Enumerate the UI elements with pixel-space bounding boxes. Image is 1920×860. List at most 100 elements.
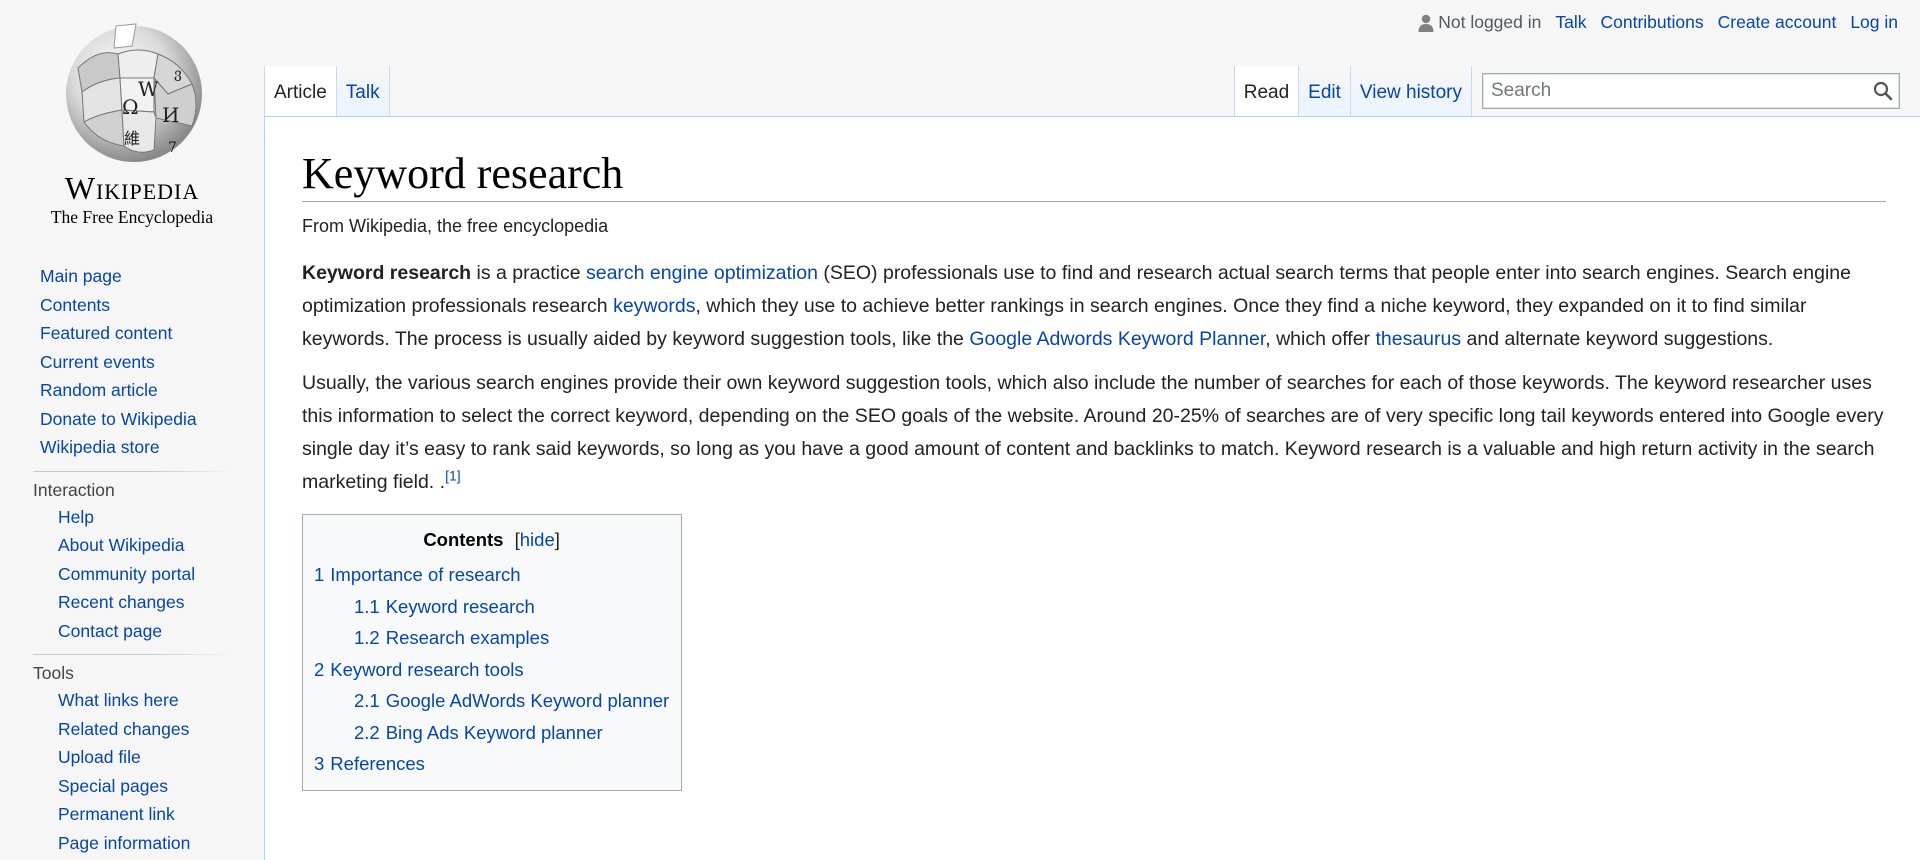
toc-item-importance-of-research[interactable]: 1 Importance of research <box>314 564 521 585</box>
toc-number: 1.1 <box>354 595 380 617</box>
svg-text:維: 維 <box>124 129 140 148</box>
toc-text: References <box>330 753 425 774</box>
toc-toggle: [hide] <box>515 529 560 550</box>
tab-view-history[interactable]: View history <box>1350 66 1472 118</box>
paragraph-1: Keyword research is a practice search en… <box>302 257 1886 356</box>
sidebar-item-community-portal[interactable]: Community portal <box>58 564 195 584</box>
sidebar-item-upload-file[interactable]: Upload file <box>58 747 141 767</box>
text-span: Usually, the various search engines prov… <box>302 372 1884 493</box>
tab-talk-label: Talk <box>345 82 380 103</box>
sidebar: Main page Contents Featured content Curr… <box>0 262 264 857</box>
sidebar-tools-heading: Tools <box>33 663 74 683</box>
anon-status: Not logged in <box>1418 12 1541 33</box>
text-span: , which offer <box>1265 328 1376 350</box>
svg-text:И: И <box>162 103 179 127</box>
toc-item-keyword-research-tools[interactable]: 2 Keyword research tools <box>314 659 524 680</box>
toc-text: Bing Ads Keyword planner <box>385 721 603 743</box>
view-tabs: Read Edit View history <box>1233 66 1472 119</box>
svg-text:W: W <box>138 77 159 101</box>
tab-article-label: Article <box>274 82 327 103</box>
site-subtitle: From Wikipedia, the free encyclopedia <box>302 216 609 236</box>
toc-item-research-examples[interactable]: 1.2 Research examples <box>354 627 549 648</box>
search-button[interactable] <box>1867 74 1899 108</box>
sidebar-item-contents[interactable]: Contents <box>40 295 110 315</box>
search-box <box>1482 73 1900 109</box>
toc-item-google-adwords-keyword-planner[interactable]: 2.1 Google AdWords Keyword planner <box>354 690 669 711</box>
sidebar-navigation: Main page Contents Featured content Curr… <box>0 262 264 462</box>
sidebar-item-what-links-here[interactable]: What links here <box>58 690 179 710</box>
bold-term: Keyword research <box>302 262 472 284</box>
svg-text:ვ: ვ <box>174 66 182 82</box>
toc-number: 2.1 <box>354 690 380 711</box>
sidebar-item-page-information[interactable]: Page information <box>58 833 190 853</box>
tab-talk[interactable]: Talk <box>336 66 390 118</box>
sidebar-item-special-pages[interactable]: Special pages <box>58 776 168 796</box>
toc-heading: Contents <box>423 529 504 550</box>
toc-item-references[interactable]: 3 References <box>314 753 425 774</box>
svg-text:7: 7 <box>168 140 177 156</box>
search-icon <box>1873 81 1893 101</box>
toc-item-keyword-research[interactable]: 1.1 Keyword research <box>354 596 535 617</box>
tab-read-label: Read <box>1243 82 1290 103</box>
toc-number: 1 <box>314 564 325 585</box>
toc-title: Contents [hide] <box>314 525 669 555</box>
personal-tools: Not logged in Talk Contributions Create … <box>1418 12 1898 33</box>
puzzle-globe-icon: Ω W И 維 ვ 7 <box>66 23 202 162</box>
toc-text: Research examples <box>385 627 550 648</box>
contributions-link[interactable]: Contributions <box>1601 12 1704 33</box>
tab-edit[interactable]: Edit <box>1299 66 1351 118</box>
not-logged-in-label: Not logged in <box>1438 12 1542 32</box>
sidebar-item-store[interactable]: Wikipedia store <box>40 437 160 457</box>
user-icon <box>1418 14 1434 32</box>
toc-text: Google AdWords Keyword planner <box>385 690 670 711</box>
tab-read[interactable]: Read <box>1233 66 1300 119</box>
user-talk-link[interactable]: Talk <box>1555 12 1586 33</box>
link-google-adwords-keyword-planner[interactable]: Google Adwords Keyword Planner <box>969 328 1265 350</box>
toc-hide-link[interactable]: hide <box>520 529 555 550</box>
article-content: Keyword research From Wikipedia, the fre… <box>264 116 1920 860</box>
logo-tagline: The Free Encyclopedia <box>50 207 214 227</box>
paragraph-2: Usually, the various search engines prov… <box>302 367 1886 499</box>
sidebar-interaction-heading: Interaction <box>33 479 115 500</box>
sidebar-item-help[interactable]: Help <box>58 507 94 527</box>
toc-number: 2.2 <box>354 721 380 743</box>
log-in-link[interactable]: Log in <box>1850 12 1898 33</box>
tab-edit-label: Edit <box>1308 82 1341 103</box>
logo-wordmark: Wikipedia <box>64 170 200 206</box>
toc-number: 2 <box>314 658 325 680</box>
text-span: is a practice <box>471 262 586 284</box>
sidebar-tools: Tools What links here Related changes Up… <box>33 653 264 857</box>
toc-text: Importance of research <box>330 564 521 585</box>
table-of-contents: Contents [hide] 1 Importance of research … <box>302 514 683 791</box>
sidebar-item-related-changes[interactable]: Related changes <box>58 719 189 739</box>
text-span: and alternate keyword suggestions. <box>1461 328 1774 350</box>
wikipedia-logo[interactable]: Ω W И 維 ვ 7 Wikipedia The Free Encyclope… <box>30 18 234 228</box>
sidebar-item-random-article[interactable]: Random article <box>40 380 158 400</box>
svg-text:Ω: Ω <box>122 95 139 119</box>
toc-number: 3 <box>314 753 325 774</box>
search-input[interactable] <box>1483 80 1867 102</box>
tab-article[interactable]: Article <box>264 66 337 119</box>
sidebar-item-main-page[interactable]: Main page <box>40 266 122 286</box>
sidebar-item-current-events[interactable]: Current events <box>40 352 155 372</box>
sidebar-item-recent-changes[interactable]: Recent changes <box>58 592 184 612</box>
create-account-link[interactable]: Create account <box>1718 12 1837 33</box>
toc-text: Keyword research tools <box>330 658 524 680</box>
link-keywords[interactable]: keywords <box>613 295 695 317</box>
page-title: Keyword research <box>302 147 1886 202</box>
toc-number: 1.2 <box>354 627 380 648</box>
toc-item-bing-ads-keyword-planner[interactable]: 2.2 Bing Ads Keyword planner <box>354 722 603 743</box>
sidebar-interaction: Interaction Help About Wikipedia Communi… <box>33 470 264 646</box>
namespace-tabs: Article Talk <box>264 66 390 119</box>
link-search-engine-optimization[interactable]: search engine optimization <box>586 262 818 284</box>
link-thesaurus[interactable]: thesaurus <box>1375 328 1461 350</box>
sidebar-item-contact-page[interactable]: Contact page <box>58 621 162 641</box>
toc-text: Keyword research <box>385 595 535 617</box>
tab-view-history-label: View history <box>1359 82 1462 103</box>
reference-1-link[interactable]: [1] <box>445 468 461 484</box>
sidebar-item-about[interactable]: About Wikipedia <box>58 535 184 555</box>
sidebar-item-permanent-link[interactable]: Permanent link <box>58 804 175 824</box>
sidebar-item-donate[interactable]: Donate to Wikipedia <box>40 409 197 429</box>
toc-bracket: ] <box>554 529 560 550</box>
sidebar-item-featured-content[interactable]: Featured content <box>40 323 172 343</box>
